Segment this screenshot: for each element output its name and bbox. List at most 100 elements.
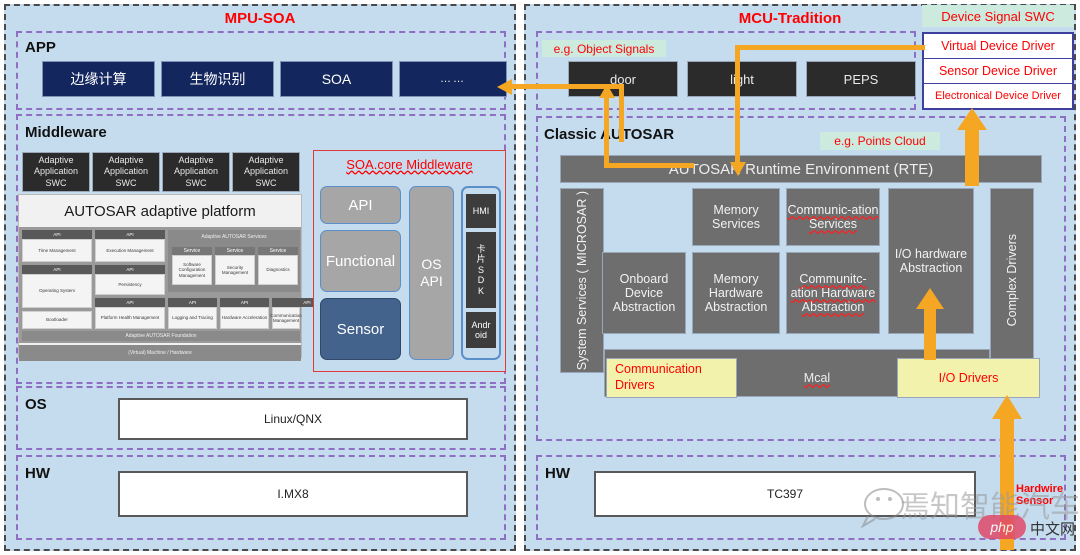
os-value-left: Linux/QNX [118,398,468,440]
soa-os-api-column[interactable]: OS API [409,186,454,360]
soa-sensor-box[interactable]: Sensor [320,298,401,360]
php-badge-label: php [990,519,1014,535]
onboard-device-abstraction-box: Onboard Device Abstraction [602,252,686,334]
device-driver-label: Electronical Device Driver [935,89,1061,102]
app-box-soa[interactable]: SOA [280,61,393,97]
cell-logging-and-tracing: Logging and Tracing [168,307,217,329]
adaptive-app-swc-2: Adaptive Application SWC [92,152,160,192]
object-signal-peps[interactable]: PEPS [806,61,916,97]
api-band: API [168,298,217,307]
swc-label: Adaptive Application SWC [173,155,219,188]
app-box-more[interactable]: …… [399,61,507,97]
adaptive-app-swc-4: Adaptive Application SWC [232,152,300,192]
adaptive-foundation-band: Adaptive AUTOSAR Foundation [22,331,300,341]
box-label: Memory Services [712,203,760,231]
box-label: Communic-ation Services [787,203,879,231]
arrow-c-head-icon [729,160,747,176]
cell-hardware-acceleration: Hardware Acceleration [220,307,269,329]
soa-chip-hmi[interactable]: HMI [466,194,496,228]
system-services-column: System Services ( MICROSAR ) [560,188,604,373]
object-signal-label: PEPS [843,71,879,87]
arrow-b-head-icon [598,84,616,100]
complex-drivers-column: Complex Drivers [990,188,1034,373]
adaptive-platform-title: AUTOSAR adaptive platform [64,202,256,220]
box-label: I/O hardware Abstraction [894,247,968,275]
app-label: APP [25,39,56,56]
arrow-a-vertical-segment [619,84,624,142]
system-services-label: System Services ( MICROSAR ) [575,190,589,371]
object-signals-label: e.g. Object Signals [542,40,666,57]
adaptive-app-swc-1: Adaptive Application SWC [22,152,90,192]
swc-label: Adaptive Application SWC [243,155,289,188]
points-cloud-label: e.g. Points Cloud [820,132,940,150]
memory-hardware-abstraction-box: Memory Hardware Abstraction [692,252,780,334]
api-band: API [95,298,165,307]
soa-chip-label: 卡片SDK [476,244,486,296]
soa-functional-box[interactable]: Functional [320,230,401,292]
box-label: Onboard Device Abstraction [612,272,676,314]
api-band: API [22,265,92,274]
soa-box-label: API [348,196,373,214]
app-box-edge-computing[interactable]: 边缘计算 [42,61,155,97]
arrow-b-horizontal-segment [604,163,694,168]
soa-core-middleware-title: SOA.core Middleware [346,156,473,172]
cell-platform-health-management: Platform Health Management [95,307,165,329]
app-box-label: SOA [321,71,352,87]
api-band: API [95,265,165,274]
service-band: Service [215,247,255,255]
app-box-label: 边缘计算 [70,71,127,87]
rte-label: AUTOSAR Runtime Environment (RTE) [668,160,934,178]
soa-chip-card-sdk[interactable]: 卡片SDK [466,232,496,308]
device-driver-sensor[interactable]: Sensor Device Driver [924,59,1072,84]
communication-hardware-abstraction-box: Communitc-ation Hardware Abstraction [786,252,880,334]
object-signal-light[interactable]: light [687,61,797,97]
io-drivers-box[interactable]: I/O Drivers [897,358,1040,398]
watermark-suffix-label: 中文网 [1030,521,1076,538]
os-label-left: OS [25,396,47,413]
cell-execution-management: Execution Management [95,239,165,262]
communication-drivers-box[interactable]: Communication Drivers [606,358,737,398]
device-driver-virtual[interactable]: Virtual Device Driver [924,34,1072,59]
soa-api-box[interactable]: API [320,186,401,224]
autosar-adaptive-platform: AUTOSAR adaptive platform API Time Manag… [18,194,342,361]
cell-software-configuration-management: Software Configuration Management [172,255,212,285]
app-box-biometrics[interactable]: 生物识别 [161,61,274,97]
mpu-soa-title: MPU-SOA [224,9,296,27]
soa-chip-label: HMI [472,205,490,216]
swc-label: Adaptive Application SWC [103,155,149,188]
hw-label-right: HW [545,465,570,482]
arrow-c-vertical-segment [735,45,740,165]
service-band: Service [258,247,298,255]
arrow-a-head-icon [497,78,515,96]
soa-box-label: Sensor [336,320,385,338]
arrow-d-up-icon [956,108,988,186]
app-box-label: 生物识别 [189,71,246,87]
box-label: Communitc-ation Hardware Abstraction [790,272,876,314]
soa-os-api-label: OS API [420,256,443,289]
soa-chip-label: Android [471,319,491,340]
mcal-label-wrap: Mcal [737,358,897,398]
hw-value-text: I.MX8 [277,487,309,501]
soa-box-label: Functional [325,252,396,270]
hw-label-left: HW [25,465,50,482]
cell-persistency: Persistency [95,274,165,295]
cell-diagnostics: Diagnostics [258,255,298,285]
device-signal-swc-title: Device Signal SWC [922,5,1074,27]
api-band: API [95,230,165,239]
hw-value-text: TC397 [766,487,804,501]
classic-autosar-label: Classic AUTOSAR [544,126,675,143]
device-driver-label: Sensor Device Driver [938,64,1058,78]
adaptive-app-swc-3: Adaptive Application SWC [162,152,230,192]
soa-chip-android[interactable]: Android [466,312,496,348]
app-box-label: …… [440,73,466,85]
arrow-c-horizontal-segment [735,45,925,50]
driver-label: Communication Drivers [615,362,702,392]
php-badge: php [978,515,1026,539]
service-band: Service [172,247,212,255]
device-driver-electronical[interactable]: Electronical Device Driver [924,84,1072,108]
virtual-machine-band: (Virtual) Machine / Hardware [19,345,301,361]
memory-services-box: Memory Services [692,188,780,246]
cell-bootloader: Bootloader [22,311,92,329]
hw-value-left: I.MX8 [118,471,468,517]
device-driver-label: Virtual Device Driver [941,39,1055,53]
